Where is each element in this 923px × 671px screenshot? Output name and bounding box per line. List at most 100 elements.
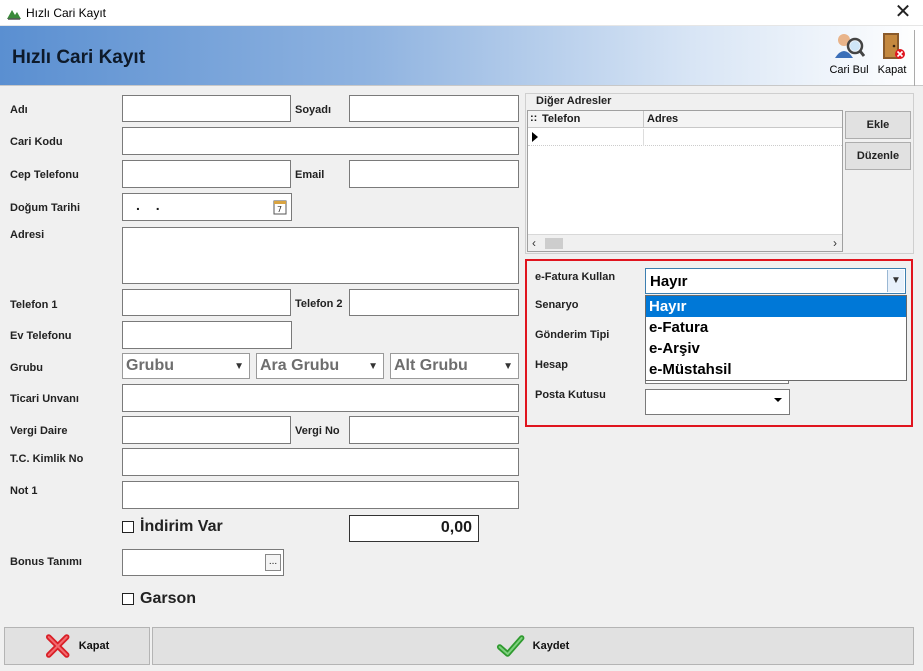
grid-selector-marker: :: <box>530 112 538 124</box>
dogum-tarihi-input[interactable]: . . 7 <box>122 193 292 221</box>
vergi-no-label: Vergi No <box>295 425 340 437</box>
duzenle-button[interactable]: Düzenle <box>845 142 911 170</box>
telefon2-input[interactable] <box>349 289 519 316</box>
indirim-var-checkbox-box[interactable] <box>122 521 134 533</box>
bonus-tanimi-browse-button[interactable]: ... <box>265 554 281 571</box>
efatura-kullan-dropdown[interactable]: Hayır e-Fatura e-Arşiv e-Müstahsil <box>645 295 907 381</box>
vergi-daire-input[interactable] <box>122 416 291 444</box>
close-icon <box>45 634 70 658</box>
posta-kutusu-label: Posta Kutusu <box>535 389 606 401</box>
footer-bar: Kapat Kaydet <box>0 623 923 671</box>
chevron-down-icon[interactable]: ▼ <box>887 270 904 292</box>
dropdown-option-e-fatura[interactable]: e-Fatura <box>646 317 906 338</box>
calendar-icon[interactable]: 7 <box>273 199 287 215</box>
hesap-label: Hesap <box>535 359 569 371</box>
email-label: Email <box>295 169 325 181</box>
telefon2-label: Telefon 2 <box>295 298 343 310</box>
cari-bul-label: Cari Bul <box>829 64 869 76</box>
soyadi-label: Soyadı <box>295 104 332 116</box>
exit-door-icon <box>883 33 905 59</box>
chevron-down-icon: ▼ <box>368 361 378 372</box>
header-kapat-button[interactable]: Kapat <box>874 30 910 82</box>
alt-grubu-select-value: Alt Grubu <box>394 357 468 374</box>
vergi-no-input[interactable] <box>349 416 519 444</box>
row-pointer-icon <box>532 132 538 142</box>
efatura-kullan-select-value: Hayır <box>650 273 688 290</box>
grid-col-telefon[interactable]: Telefon <box>542 113 580 125</box>
app-icon <box>7 10 21 20</box>
indirim-amount-input[interactable]: 0,00 <box>349 515 479 542</box>
efatura-kullan-select[interactable]: Hayır ▼ <box>645 268 906 294</box>
gonderim-tipi-label: Gönderim Tipi <box>535 329 610 341</box>
dogum-tarihi-value: . . <box>136 197 166 213</box>
bonus-tanimi-input[interactable]: ... <box>122 549 284 576</box>
cep-telefonu-label: Cep Telefonu <box>10 169 79 181</box>
kaydet-button[interactable]: Kaydet <box>152 627 914 665</box>
senaryo-label: Senaryo <box>535 299 579 311</box>
ticari-unvani-input[interactable] <box>122 384 519 412</box>
grubu-select-value: Grubu <box>126 357 174 374</box>
grid-horizontal-scrollbar[interactable]: ‹ › <box>528 234 842 251</box>
not1-label: Not 1 <box>10 485 38 497</box>
not1-input[interactable] <box>122 481 519 509</box>
footer-kapat-button[interactable]: Kapat <box>4 627 150 665</box>
ara-grubu-select[interactable]: Ara Grubu ▼ <box>256 353 384 379</box>
addresses-grid[interactable]: :: Telefon Adres ‹ › <box>527 110 843 252</box>
table-row[interactable] <box>528 129 842 146</box>
adi-input[interactable] <box>122 95 291 122</box>
page-title: Hızlı Cari Kayıt <box>12 47 146 68</box>
ev-telefonu-input[interactable] <box>122 321 292 349</box>
indirim-var-checkbox[interactable]: İndirim Var <box>122 518 223 536</box>
ev-telefonu-label: Ev Telefonu <box>10 330 72 342</box>
posta-kutusu-select[interactable] <box>645 389 790 415</box>
dogum-tarihi-label: Doğum Tarihi <box>10 202 81 214</box>
header-kapat-label: Kapat <box>877 64 907 76</box>
grubu-label: Grubu <box>10 362 43 374</box>
vergi-daire-label: Vergi Daire <box>10 425 68 437</box>
dropdown-option-e-arsiv[interactable]: e-Arşiv <box>646 338 906 359</box>
telefon1-label: Telefon 1 <box>10 299 58 311</box>
tc-kimlik-no-input[interactable] <box>122 448 519 476</box>
ekle-button[interactable]: Ekle <box>845 111 911 139</box>
scroll-right-icon[interactable]: › <box>833 236 837 250</box>
dropdown-option-e-mustahsil[interactable]: e-Müstahsil <box>646 359 906 380</box>
garson-checkbox[interactable]: Garson <box>122 590 196 608</box>
cari-kodu-input[interactable] <box>122 127 519 155</box>
svg-text:7: 7 <box>277 205 282 214</box>
scroll-left-icon[interactable]: ‹ <box>532 236 536 250</box>
cari-kodu-label: Cari Kodu <box>10 136 63 148</box>
kaydet-label: Kaydet <box>532 640 570 652</box>
adresi-textarea[interactable] <box>122 227 519 284</box>
scroll-thumb[interactable] <box>545 238 563 249</box>
tc-kimlik-no-label: T.C. Kimlik No <box>10 453 84 465</box>
cep-telefonu-input[interactable] <box>122 160 291 188</box>
cari-bul-button[interactable]: Cari Bul <box>827 30 871 82</box>
telefon1-input[interactable] <box>122 289 291 316</box>
grid-col-adres[interactable]: Adres <box>647 113 678 125</box>
efatura-kullan-label: e-Fatura Kullan <box>535 271 616 283</box>
indirim-var-label: İndirim Var <box>140 518 223 535</box>
adresi-label: Adresi <box>10 229 45 241</box>
email-input[interactable] <box>349 160 519 188</box>
ara-grubu-select-value: Ara Grubu <box>260 357 340 374</box>
find-customer-icon <box>835 34 865 58</box>
soyadi-input[interactable] <box>349 95 519 122</box>
adi-label: Adı <box>10 104 28 116</box>
chevron-down-icon: ▼ <box>503 361 513 372</box>
addresses-grid-header: :: Telefon Adres <box>528 111 842 128</box>
window-titlebar: Hızlı Cari Kayıt ✕ <box>0 0 923 26</box>
footer-kapat-label: Kapat <box>78 640 110 652</box>
dropdown-option-hayir[interactable]: Hayır <box>646 296 906 317</box>
grubu-select[interactable]: Grubu ▼ <box>122 353 250 379</box>
chevron-down-icon: ▼ <box>234 361 244 372</box>
bonus-tanimi-label: Bonus Tanımı <box>10 556 82 568</box>
garson-label: Garson <box>140 590 197 607</box>
other-addresses-title: Diğer Adresler <box>535 95 613 107</box>
garson-checkbox-box[interactable] <box>122 593 134 605</box>
header-divider <box>914 30 915 86</box>
form-header: Hızlı Cari Kayıt Cari Bul Kapat <box>0 26 923 86</box>
ticari-unvani-label: Ticari Unvanı <box>10 393 79 405</box>
chevron-down-icon <box>774 398 782 402</box>
alt-grubu-select[interactable]: Alt Grubu ▼ <box>390 353 519 379</box>
window-close-button[interactable]: ✕ <box>891 1 915 25</box>
